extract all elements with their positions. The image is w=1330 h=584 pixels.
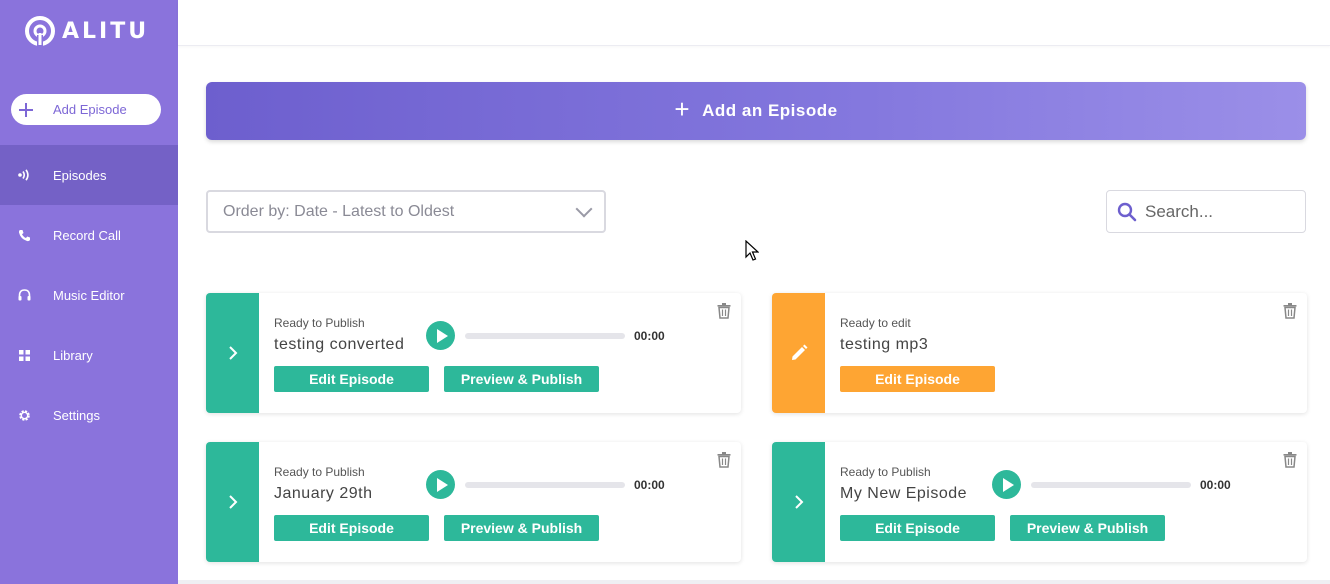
play-button[interactable] [426,321,455,350]
sidebar-item-label: Library [53,347,93,363]
episode-card: Ready to Publish January 29th 00:00 Edit… [206,442,741,562]
chevron-right-icon [228,346,237,360]
trash-icon[interactable] [1283,303,1297,319]
sidebar-item-label: Settings [53,407,100,423]
sidebar-item-record-call[interactable]: Record Call [0,205,178,265]
edit-episode-button[interactable]: Edit Episode [274,366,429,392]
order-by-select[interactable]: Order by: Date - Latest to Oldest [206,190,606,233]
preview-publish-button[interactable]: Preview & Publish [444,366,599,392]
trash-icon[interactable] [1283,452,1297,468]
episode-card: Ready to Publish My New Episode 00:00 Ed… [772,442,1307,562]
sidebar-item-library[interactable]: Library [0,325,178,385]
search-icon [1117,202,1137,221]
phone-icon [15,229,33,242]
play-button[interactable] [992,470,1021,499]
chevron-down-icon [575,200,593,218]
episode-title: testing converted [274,336,405,353]
episode-title: My New Episode [840,485,968,502]
order-by-value: Order by: Date - Latest to Oldest [223,202,455,220]
search-box [1106,190,1306,233]
edit-episode-button[interactable]: Edit Episode [840,515,995,541]
sidebar-item-label: Music Editor [53,287,125,303]
add-episode-button[interactable]: Add Episode [11,94,161,125]
audio-progress-track[interactable] [1031,481,1191,488]
plus-icon [19,102,33,117]
episode-status: Ready to Publish [274,465,365,479]
add-an-episode-label: Add an Episode [702,101,838,120]
episode-status: Ready to Publish [840,465,931,479]
broadcast-icon [15,169,33,181]
audio-time: 00:00 [1200,477,1231,492]
add-an-episode-button[interactable]: + Add an Episode [206,82,1306,140]
audio-player: 00:00 [992,470,1231,499]
episode-expand-button[interactable] [206,442,259,562]
sidebar-item-label: Episodes [53,167,107,183]
headphones-icon [15,289,33,301]
add-episode-label: Add Episode [53,102,127,117]
logo-text: ALITU [62,18,150,44]
chevron-right-icon [228,495,237,509]
sidebar-nav: Episodes Record Call Music Editor Librar… [0,145,178,445]
sidebar-item-music-editor[interactable]: Music Editor [0,265,178,325]
sidebar-item-label: Record Call [53,227,121,243]
mouse-cursor-icon [745,240,759,261]
logo[interactable]: ALITU [24,15,149,47]
grid-icon [15,349,33,361]
episode-title: testing mp3 [840,336,929,353]
episode-status: Ready to edit [840,316,911,330]
audio-progress-track[interactable] [465,481,625,488]
chevron-right-icon [794,495,803,509]
preview-publish-button[interactable]: Preview & Publish [1010,515,1165,541]
alitu-logo-icon [25,16,55,47]
audio-progress-track[interactable] [465,332,625,339]
trash-icon[interactable] [717,303,731,319]
search-input[interactable] [1145,201,1285,222]
episode-edit-side-button[interactable] [772,293,825,413]
episode-expand-button[interactable] [772,442,825,562]
trash-icon[interactable] [717,452,731,468]
gear-icon [15,409,33,422]
audio-player: 00:00 [426,470,665,499]
audio-player: 00:00 [426,321,665,350]
preview-publish-button[interactable]: Preview & Publish [444,515,599,541]
audio-time: 00:00 [634,477,665,492]
sidebar-item-settings[interactable]: Settings [0,385,178,445]
episode-expand-button[interactable] [206,293,259,413]
episode-title: January 29th [274,485,373,502]
play-button[interactable] [426,470,455,499]
episode-card: Ready to edit testing mp3 Edit Episode [772,293,1307,413]
plus-icon: + [674,93,691,124]
audio-time: 00:00 [634,328,665,343]
pencil-icon [791,344,807,360]
sidebar: ALITU Add Episode Episodes Record Call M… [0,0,178,584]
bottom-divider [178,580,1330,584]
edit-episode-button[interactable]: Edit Episode [840,366,995,392]
sidebar-item-episodes[interactable]: Episodes [0,145,178,205]
edit-episode-button[interactable]: Edit Episode [274,515,429,541]
top-bar [178,0,1330,46]
episode-status: Ready to Publish [274,316,365,330]
episode-card: Ready to Publish testing converted 00:00… [206,293,741,413]
